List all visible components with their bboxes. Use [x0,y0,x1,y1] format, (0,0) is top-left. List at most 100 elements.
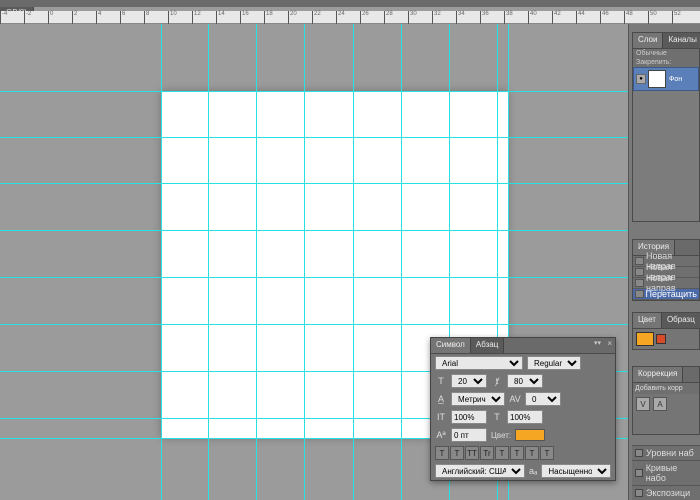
text-color-swatch[interactable] [515,429,545,441]
history-panel: История Новая направНовая направНовая на… [632,239,700,301]
baseline-input[interactable] [451,428,487,442]
adjustments-panel: Коррекция Добавить корр V A [632,366,700,435]
history-icon [635,257,644,265]
color-panel: Цвет Образц [632,312,700,350]
tab-character[interactable]: Символ [431,338,471,353]
tracking-input[interactable]: 0 [525,392,561,406]
layers-empty-area [633,91,699,221]
color-swatch-r[interactable] [656,334,666,344]
preset-curves[interactable]: Кривые набо [632,460,700,485]
font-style-select[interactable]: Regular [527,356,581,370]
guide-horizontal[interactable] [0,183,628,184]
history-icon [635,290,644,298]
font-size-input[interactable]: 20 пт [451,374,487,388]
ruler-tick: 20 [288,11,312,24]
aa-icon: aₐ [529,465,537,477]
menu-bar [0,0,700,7]
ruler-tick: 14 [216,11,240,24]
antialias-select[interactable]: Насыщенное [541,464,611,478]
tracking-icon: AV [509,393,521,405]
language-select[interactable]: Английский: США [435,464,525,478]
guide-horizontal[interactable] [0,324,628,325]
ruler-tick: 4 [96,11,120,24]
text-style-button[interactable]: T [495,446,509,460]
guide-vertical[interactable] [401,24,402,500]
guide-horizontal[interactable] [0,137,628,138]
layer-thumbnail[interactable] [648,70,666,88]
panel-menu-icon[interactable]: ▾▾ [594,339,601,347]
text-style-button[interactable]: T [510,446,524,460]
tab-paragraph[interactable]: Абзац [471,338,504,353]
guide-horizontal[interactable] [0,277,628,278]
preset-label: Кривые набо [646,463,697,483]
kerning-select[interactable]: Метричес [451,392,505,406]
text-style-button[interactable]: T [525,446,539,460]
tab-color[interactable]: Цвет [633,313,662,328]
text-style-button[interactable]: TT [465,446,479,460]
layer-name: Фон [669,76,682,83]
ruler-tick: 44 [576,11,600,24]
tab-adjustments[interactable]: Коррекция [633,367,683,382]
hscale-input[interactable] [507,410,543,424]
tab-layers[interactable]: Слои [633,33,663,48]
ruler-tick: 12 [192,11,216,24]
ruler-tick: 40 [528,11,552,24]
guide-vertical[interactable] [353,24,354,500]
close-icon[interactable]: × [607,339,612,348]
vscale-input[interactable] [451,410,487,424]
ruler-tick: 10 [168,11,192,24]
foreground-swatch[interactable] [636,332,654,346]
guide-vertical[interactable] [208,24,209,500]
leading-input[interactable]: 80 пт [507,374,543,388]
ruler-tick: 42 [552,11,576,24]
ruler-tick: 32 [432,11,456,24]
preset-buttons: Уровни наб Кривые набо Экспозици [632,445,700,500]
guide-horizontal[interactable] [0,230,628,231]
preset-icon [635,489,643,497]
history-icon [635,279,644,287]
layer-row-background[interactable]: ● Фон [633,67,699,91]
layers-panel: Слои Каналы Кон Обычные Закрепить: ● Фон [632,32,700,222]
adjustment-icon[interactable]: V [636,397,650,411]
ruler-tick: 38 [504,11,528,24]
preset-icon [635,449,643,457]
font-family-select[interactable]: Arial [435,356,523,370]
ruler-tick: 30 [408,11,432,24]
preset-levels[interactable]: Уровни наб [632,445,700,460]
guide-vertical[interactable] [256,24,257,500]
preset-label: Уровни наб [646,448,694,458]
text-style-button[interactable]: T [435,446,449,460]
tab-swatches[interactable]: Образц [662,313,700,328]
visibility-icon[interactable]: ● [636,74,646,84]
text-style-button[interactable]: T [450,446,464,460]
color-label: Цвет: [491,431,511,440]
guide-vertical[interactable] [161,24,162,500]
ruler-tick: 2 [72,11,96,24]
add-adjustment-label: Добавить корр [633,383,699,394]
history-icon [635,268,644,276]
ruler-tick: 48 [624,11,648,24]
history-item[interactable]: Новая направ [633,278,699,289]
adjustment-icon[interactable]: A [653,397,667,411]
history-label: Перетащить [646,289,697,299]
right-panel-column: Слои Каналы Кон Обычные Закрепить: ● Фон… [628,24,700,500]
tab-channels[interactable]: Каналы [663,33,700,48]
ruler-tick: 26 [360,11,384,24]
vscale-icon: IT [435,411,447,423]
preset-exposure[interactable]: Экспозици [632,485,700,500]
ruler-tick: 36 [480,11,504,24]
hscale-icon: T [491,411,503,423]
text-style-button[interactable]: T [540,446,554,460]
ruler-tick: -4 [0,11,24,24]
ruler-tick: 34 [456,11,480,24]
ruler-tick: 6 [120,11,144,24]
horizontal-ruler[interactable]: -4-2024681012141618202224262830323436384… [0,11,700,24]
ruler-tick: 24 [336,11,360,24]
ruler-tick: 16 [240,11,264,24]
ruler-tick: 8 [144,11,168,24]
text-style-button[interactable]: Tr [480,446,494,460]
blend-mode-label: Обычные [633,49,699,58]
guide-vertical[interactable] [304,24,305,500]
guide-horizontal[interactable] [0,91,628,92]
history-item[interactable]: Перетащить [633,289,699,300]
